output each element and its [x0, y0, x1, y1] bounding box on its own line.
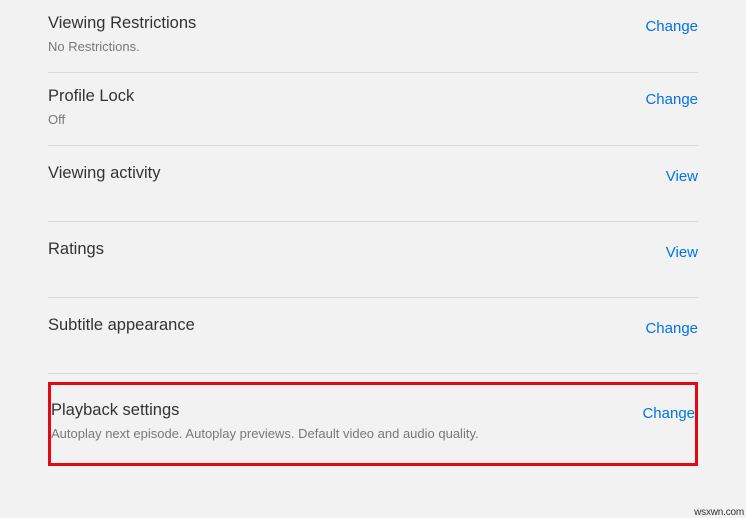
source-watermark: wsxwn.com — [694, 507, 744, 518]
highlight-playback-settings: Playback settings Autoplay next episode.… — [48, 382, 698, 466]
row-profile-lock: Profile Lock Off Change — [48, 73, 698, 146]
row-ratings: Ratings View — [48, 222, 698, 298]
settings-list: Viewing Restrictions No Restrictions. Ch… — [0, 0, 746, 496]
row-subtitle: Autoplay next episode. Autoplay previews… — [51, 426, 479, 441]
row-viewing-activity: Viewing activity View — [48, 146, 698, 222]
row-title: Playback settings — [51, 401, 479, 420]
change-link[interactable]: Change — [645, 87, 698, 108]
row-title: Subtitle appearance — [48, 316, 195, 335]
view-link[interactable]: View — [666, 240, 698, 261]
row-title: Profile Lock — [48, 87, 134, 106]
row-subtitle: No Restrictions. — [48, 39, 196, 54]
row-title: Viewing Restrictions — [48, 14, 196, 33]
row-title: Viewing activity — [48, 164, 161, 183]
row-subtitle: Off — [48, 112, 134, 127]
change-link[interactable]: Change — [642, 401, 695, 422]
row-title: Ratings — [48, 240, 104, 259]
row-left: Subtitle appearance — [48, 316, 195, 335]
view-link[interactable]: View — [666, 164, 698, 185]
row-left: Ratings — [48, 240, 104, 259]
row-left: Profile Lock Off — [48, 87, 134, 127]
row-playback-settings: Playback settings Autoplay next episode.… — [51, 385, 695, 463]
row-viewing-restrictions: Viewing Restrictions No Restrictions. Ch… — [48, 0, 698, 73]
change-link[interactable]: Change — [645, 316, 698, 337]
row-left: Playback settings Autoplay next episode.… — [51, 401, 479, 441]
row-left: Viewing activity — [48, 164, 161, 183]
row-left: Viewing Restrictions No Restrictions. — [48, 14, 196, 54]
change-link[interactable]: Change — [645, 14, 698, 35]
row-subtitle-appearance: Subtitle appearance Change — [48, 298, 698, 374]
